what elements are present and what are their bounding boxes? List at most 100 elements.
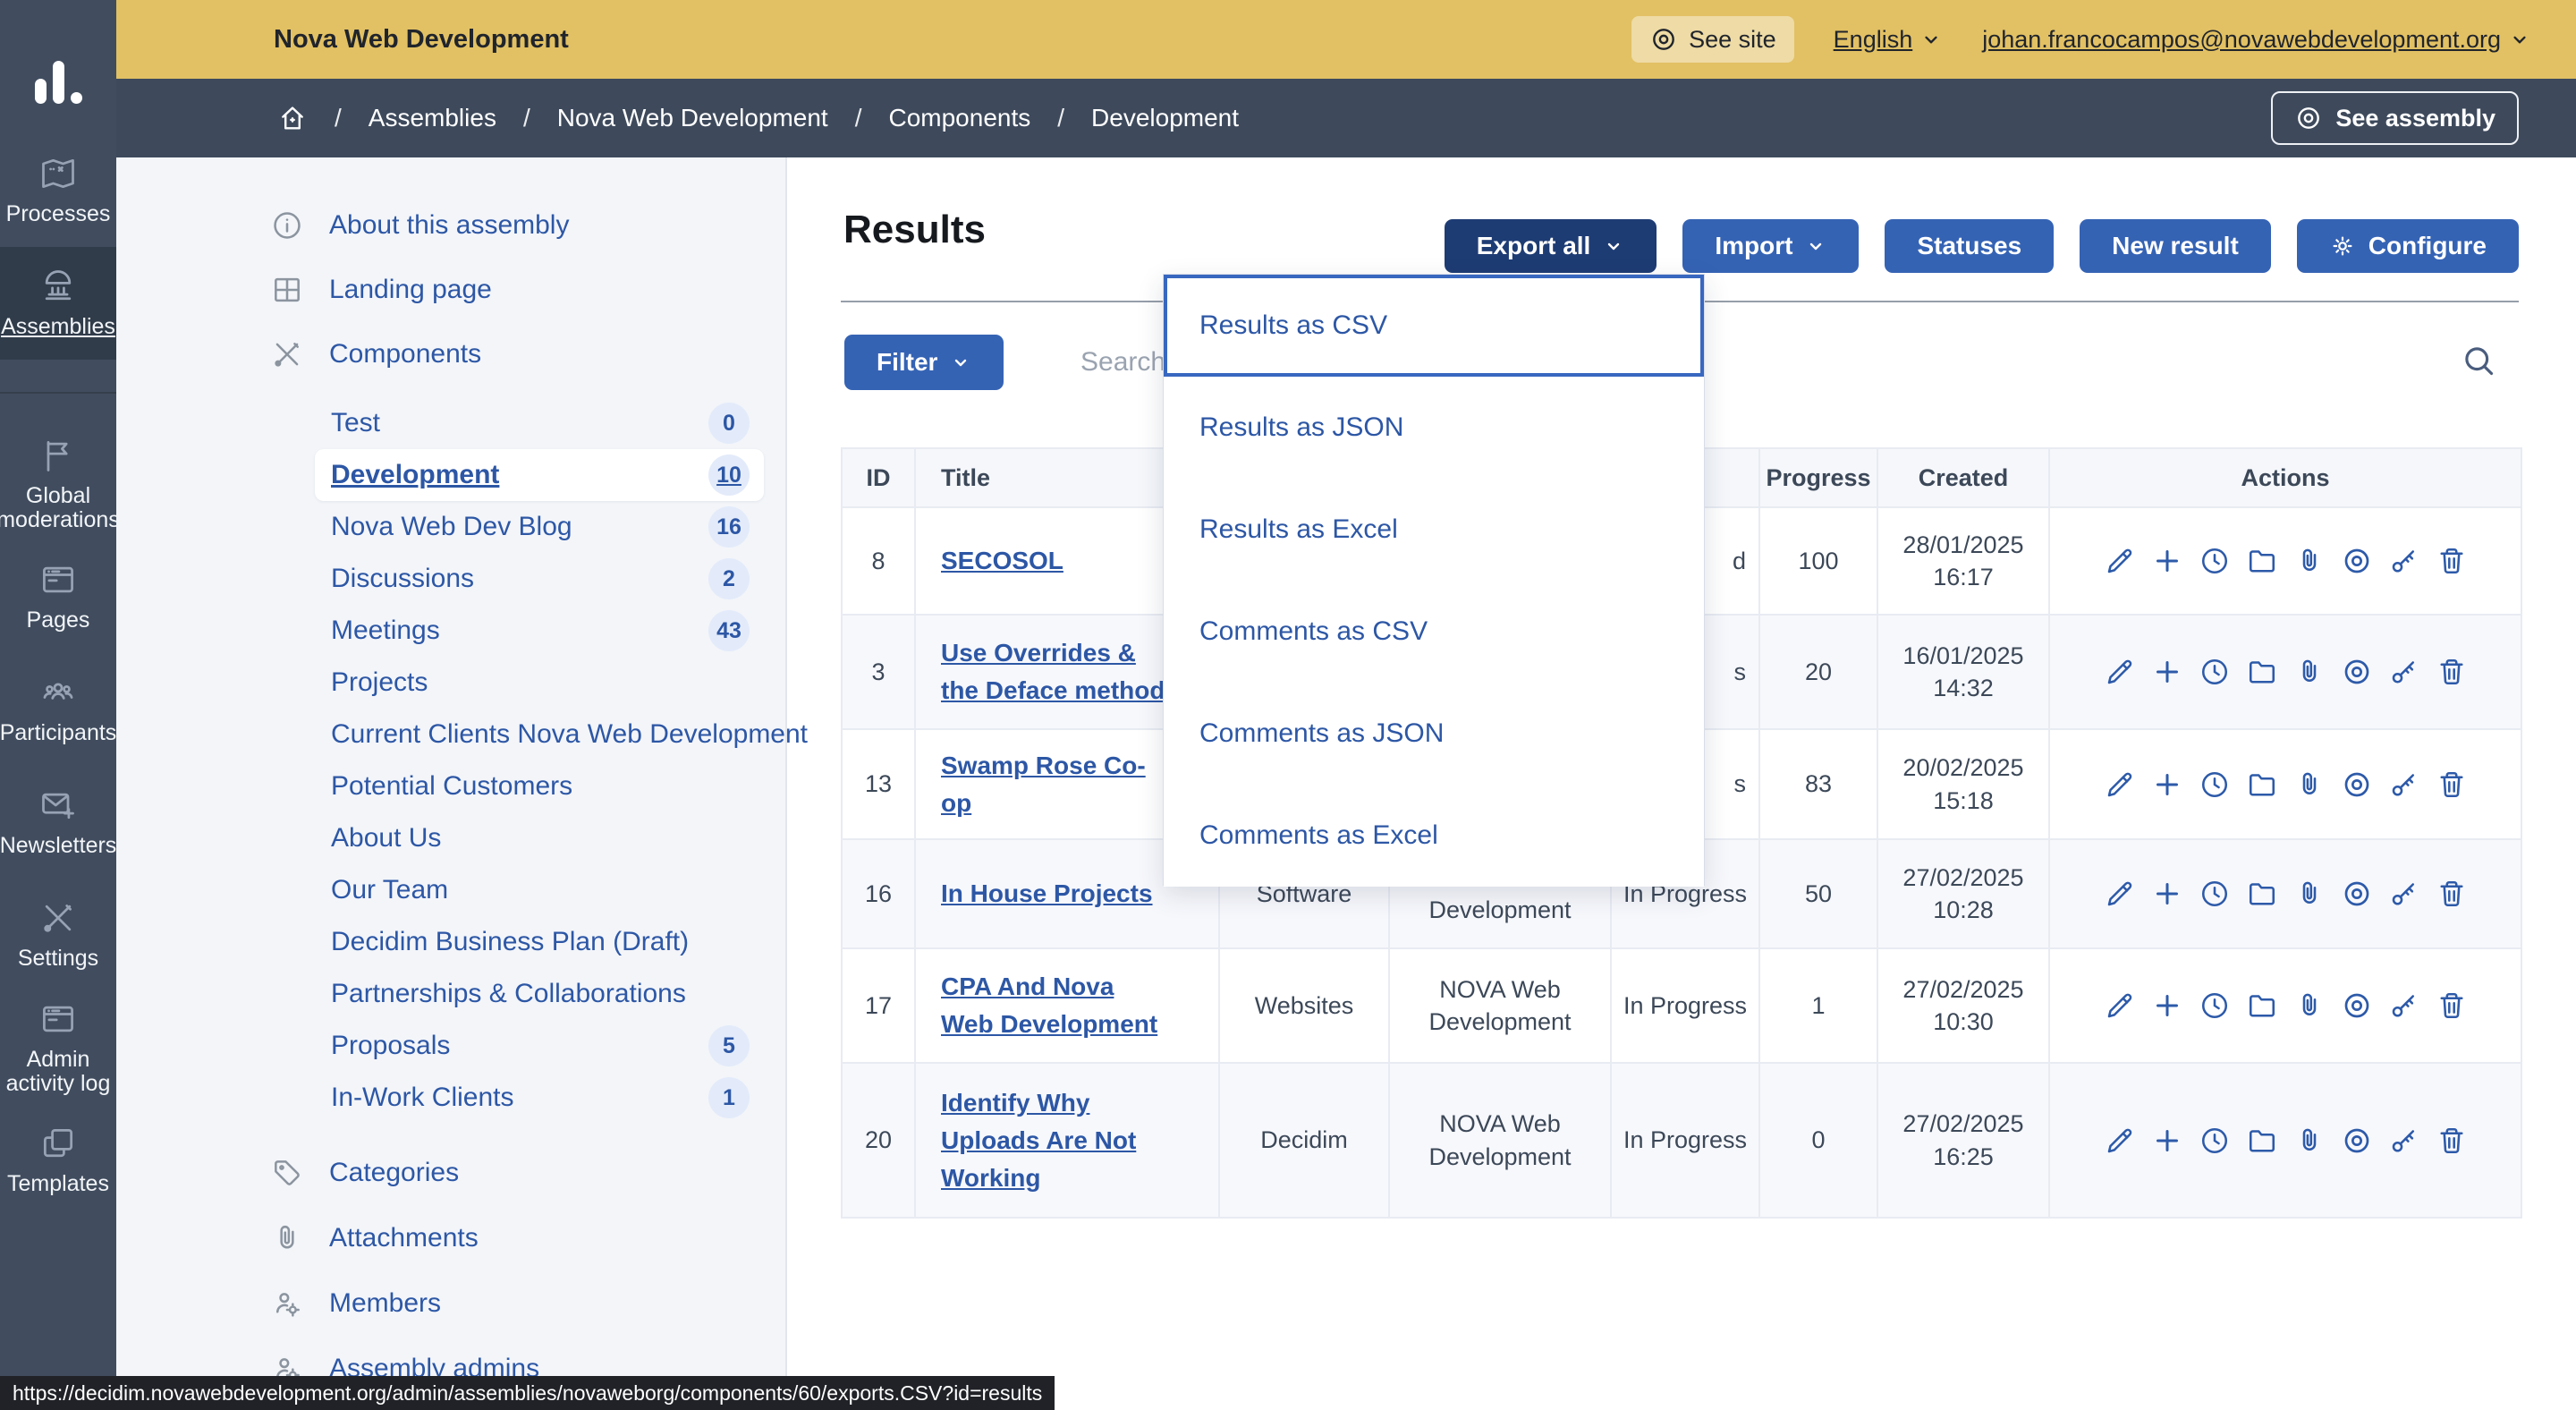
menu-attachments[interactable]: Attachments — [116, 1205, 785, 1270]
new-result-button[interactable]: New result — [2080, 219, 2271, 273]
paperclip-icon[interactable] — [2293, 990, 2326, 1022]
folder-icon[interactable] — [2246, 878, 2278, 910]
export-menu-item[interactable]: Comments as CSV — [1164, 581, 1704, 683]
component-list-item[interactable]: Projects — [315, 657, 764, 709]
result-title-link[interactable]: Identify Why Uploads Are Not Working — [941, 1084, 1166, 1197]
edit-pencil-icon[interactable] — [2104, 878, 2136, 910]
trash-icon[interactable] — [2436, 1125, 2468, 1157]
clock-icon[interactable] — [2199, 1125, 2231, 1157]
export-menu-item[interactable]: Comments as JSON — [1164, 683, 1704, 785]
see-site-button[interactable]: See site — [1631, 16, 1794, 63]
key-permissions-icon[interactable] — [2388, 878, 2420, 910]
paperclip-icon[interactable] — [2293, 878, 2326, 910]
preview-eye-icon[interactable] — [2341, 1125, 2373, 1157]
paperclip-icon[interactable] — [2293, 545, 2326, 577]
menu-categories[interactable]: Categories — [116, 1140, 785, 1205]
menu-members[interactable]: Members — [116, 1270, 785, 1336]
result-title-link[interactable]: CPA And Nova Web Development — [941, 968, 1166, 1043]
user-menu[interactable]: johan.francocampos@novawebdevelopment.or… — [1982, 26, 2531, 54]
sidebar-item-processes[interactable]: Processes — [0, 134, 116, 247]
edit-pencil-icon[interactable] — [2104, 1125, 2136, 1157]
add-plus-icon[interactable] — [2151, 769, 2183, 801]
clock-icon[interactable] — [2199, 769, 2231, 801]
component-list-item[interactable]: Discussions 2 — [315, 553, 764, 605]
component-list-item[interactable]: Development 10 — [315, 449, 764, 501]
export-menu-item[interactable]: Comments as Excel — [1164, 785, 1704, 887]
paperclip-icon[interactable] — [2293, 769, 2326, 801]
menu-about-assembly[interactable]: About this assembly — [116, 193, 785, 258]
trash-icon[interactable] — [2436, 769, 2468, 801]
key-permissions-icon[interactable] — [2388, 656, 2420, 688]
paperclip-icon[interactable] — [2293, 656, 2326, 688]
trash-icon[interactable] — [2436, 545, 2468, 577]
sidebar-item-pages[interactable]: Pages — [0, 540, 116, 653]
key-permissions-icon[interactable] — [2388, 990, 2420, 1022]
folder-icon[interactable] — [2246, 1125, 2278, 1157]
folder-icon[interactable] — [2246, 990, 2278, 1022]
key-permissions-icon[interactable] — [2388, 545, 2420, 577]
export-all-button[interactable]: Export all — [1445, 219, 1657, 273]
component-list-item[interactable]: Our Team — [315, 864, 764, 916]
trash-icon[interactable] — [2436, 990, 2468, 1022]
clock-icon[interactable] — [2199, 878, 2231, 910]
sidebar-item-settings[interactable]: Settings — [0, 879, 116, 991]
edit-pencil-icon[interactable] — [2104, 769, 2136, 801]
add-plus-icon[interactable] — [2151, 656, 2183, 688]
statuses-button[interactable]: Statuses — [1885, 219, 2054, 273]
search-icon[interactable] — [2460, 342, 2497, 379]
component-list-item[interactable]: Meetings 43 — [315, 605, 764, 657]
edit-pencil-icon[interactable] — [2104, 990, 2136, 1022]
export-menu-item[interactable]: Results as CSV — [1164, 275, 1704, 377]
folder-icon[interactable] — [2246, 769, 2278, 801]
menu-landing-page[interactable]: Landing page — [116, 258, 785, 322]
preview-eye-icon[interactable] — [2341, 656, 2373, 688]
result-title-link[interactable]: In House Projects — [941, 875, 1153, 913]
breadcrumb-components[interactable]: Components — [888, 104, 1030, 132]
add-plus-icon[interactable] — [2151, 990, 2183, 1022]
component-list-item[interactable]: Proposals 5 — [315, 1020, 764, 1072]
sidebar-item-global-moderations[interactable]: Global moderations — [0, 428, 116, 540]
clock-icon[interactable] — [2199, 990, 2231, 1022]
add-plus-icon[interactable] — [2151, 1125, 2183, 1157]
add-plus-icon[interactable] — [2151, 545, 2183, 577]
sidebar-item-participants[interactable]: Participants — [0, 653, 116, 766]
add-plus-icon[interactable] — [2151, 878, 2183, 910]
edit-pencil-icon[interactable] — [2104, 545, 2136, 577]
component-list-item[interactable]: Decidim Business Plan (Draft) — [315, 916, 764, 968]
sidebar-item-assemblies[interactable]: Assemblies — [0, 247, 116, 360]
result-title-link[interactable]: Swamp Rose Co-op — [941, 747, 1166, 822]
component-list-item[interactable]: Current Clients Nova Web Development — [315, 709, 764, 760]
preview-eye-icon[interactable] — [2341, 878, 2373, 910]
breadcrumb-assemblies[interactable]: Assemblies — [369, 104, 496, 132]
trash-icon[interactable] — [2436, 878, 2468, 910]
component-list-item[interactable]: About Us — [315, 812, 764, 864]
sidebar-item-templates[interactable]: Templates — [0, 1104, 116, 1217]
folder-icon[interactable] — [2246, 545, 2278, 577]
see-assembly-button[interactable]: See assembly — [2271, 91, 2519, 145]
result-title-link[interactable]: Use Overrides & the Deface method — [941, 634, 1166, 709]
preview-eye-icon[interactable] — [2341, 990, 2373, 1022]
export-menu-item[interactable]: Results as JSON — [1164, 377, 1704, 479]
filter-button[interactable]: Filter — [844, 335, 1004, 390]
folder-icon[interactable] — [2246, 656, 2278, 688]
sidebar-item-newsletters[interactable]: Newsletters — [0, 766, 116, 879]
component-list-item[interactable]: Partnerships & Collaborations — [315, 968, 764, 1020]
component-list-item[interactable]: Test 0 — [315, 397, 764, 449]
preview-eye-icon[interactable] — [2341, 769, 2373, 801]
edit-pencil-icon[interactable] — [2104, 656, 2136, 688]
export-menu-item[interactable]: Results as Excel — [1164, 479, 1704, 581]
component-list-item[interactable]: Potential Customers — [315, 760, 764, 812]
home-icon[interactable] — [277, 103, 308, 133]
breadcrumb-assembly[interactable]: Nova Web Development — [557, 104, 828, 132]
trash-icon[interactable] — [2436, 656, 2468, 688]
menu-components[interactable]: Components — [116, 322, 785, 386]
paperclip-icon[interactable] — [2293, 1125, 2326, 1157]
component-list-item[interactable]: In-Work Clients 1 — [315, 1072, 764, 1124]
key-permissions-icon[interactable] — [2388, 1125, 2420, 1157]
component-list-item[interactable]: Nova Web Dev Blog 16 — [315, 501, 764, 553]
preview-eye-icon[interactable] — [2341, 545, 2373, 577]
key-permissions-icon[interactable] — [2388, 769, 2420, 801]
sidebar-item-admin-activity-log[interactable]: Admin activity log — [0, 991, 116, 1104]
configure-button[interactable]: Configure — [2297, 219, 2519, 273]
result-title-link[interactable]: SECOSOL — [941, 542, 1063, 580]
